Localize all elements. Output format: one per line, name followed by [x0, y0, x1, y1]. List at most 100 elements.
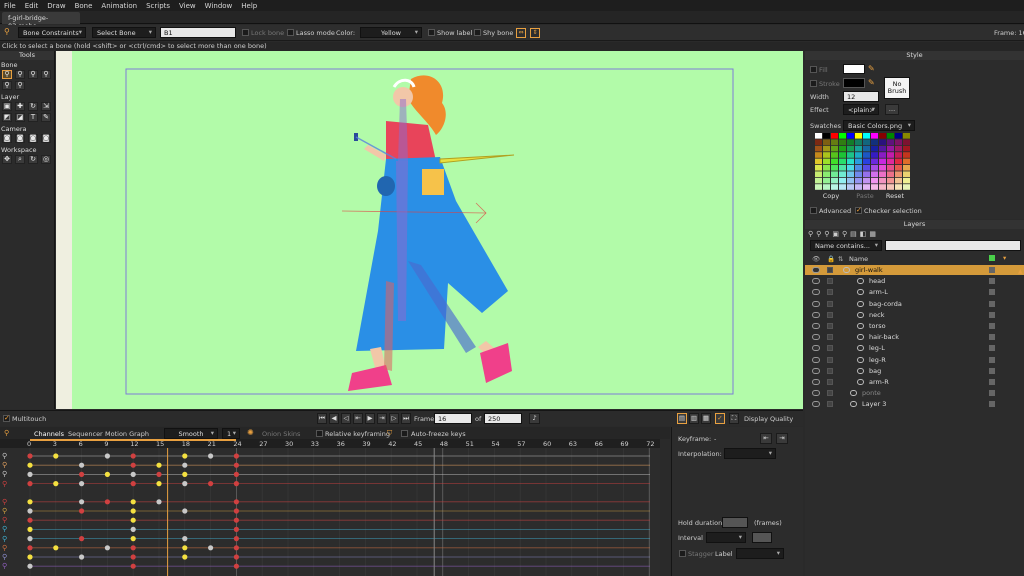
orbit-workspace-icon[interactable]: ◎: [41, 155, 51, 164]
layer-row[interactable]: arm-R: [805, 377, 1024, 387]
menu-animation[interactable]: Animation: [101, 2, 137, 10]
interpolation-dropdown[interactable]: Smooth: [164, 428, 218, 439]
view-mode-icon[interactable]: ▤: [677, 413, 687, 424]
lock-toggle-icon[interactable]: [827, 323, 833, 329]
lasso-mode-checkbox[interactable]: [287, 29, 294, 36]
lock-toggle-icon[interactable]: [827, 401, 833, 408]
paste-button[interactable]: Paste: [853, 192, 877, 203]
shy-bone-checkbox[interactable]: [474, 29, 481, 36]
translate-layer-tool-icon[interactable]: ✚: [15, 102, 25, 111]
lock-toggle-icon[interactable]: [827, 356, 833, 363]
lock-toggle-icon[interactable]: [827, 379, 833, 385]
menu-draw[interactable]: Draw: [47, 2, 65, 10]
effect-edit-button[interactable]: …: [885, 104, 899, 115]
text-tool-icon[interactable]: T: [28, 113, 38, 122]
lock-toggle-icon[interactable]: [827, 345, 833, 352]
fill-eyedropper-icon[interactable]: ✎: [868, 64, 875, 73]
end-frame-input[interactable]: 250: [484, 413, 522, 424]
tab-sequencer[interactable]: Sequencer: [68, 430, 103, 438]
manipulate-bones-tool-icon[interactable]: ⚲: [15, 81, 25, 90]
track-camera-icon[interactable]: ◙: [2, 134, 12, 143]
reset-button[interactable]: Reset: [883, 192, 907, 203]
label-dropdown[interactable]: [736, 548, 784, 559]
visibility-eye-icon[interactable]: [812, 401, 820, 408]
lock-bone-checkbox[interactable]: [242, 29, 249, 36]
step-dropdown[interactable]: 1: [222, 428, 240, 439]
layer-row[interactable]: hair-back: [805, 332, 1024, 342]
audio-icon[interactable]: ♪: [529, 413, 540, 424]
roll-camera-icon[interactable]: ◙: [28, 134, 38, 143]
relative-keyframing-checkbox[interactable]: [316, 430, 323, 437]
reparent-bone-tool-icon[interactable]: ⚲: [41, 70, 51, 79]
interval-dropdown[interactable]: [706, 532, 746, 543]
layer-row[interactable]: arm-L: [805, 287, 1024, 297]
pan-workspace-icon[interactable]: ✥: [2, 155, 12, 164]
prev-key-button[interactable]: ⇤: [353, 413, 363, 424]
rewind-button[interactable]: ⏮: [317, 413, 327, 424]
prev-keyframe-icon[interactable]: ⇤: [760, 433, 772, 444]
lock-toggle-icon[interactable]: [827, 311, 833, 318]
lock-toggle-icon[interactable]: [827, 289, 833, 296]
layer-filter-dropdown[interactable]: Name contains...: [810, 240, 882, 251]
layer-row[interactable]: leg-L: [805, 343, 1024, 353]
play-back-button[interactable]: ◁: [341, 413, 351, 424]
effect-dropdown[interactable]: <plain>: [843, 104, 879, 115]
canvas-viewport[interactable]: [56, 51, 803, 409]
next-key-button[interactable]: ⇥: [377, 413, 387, 424]
fill-color-swatch[interactable]: [843, 64, 865, 74]
show-label-checkbox[interactable]: [428, 29, 435, 36]
scroll-up-icon[interactable]: ▲: [1018, 268, 1023, 276]
visibility-eye-icon[interactable]: [812, 345, 820, 352]
checker-selection-checkbox[interactable]: [855, 206, 862, 214]
layer-row[interactable]: bag-corda: [805, 299, 1024, 309]
rotate-workspace-icon[interactable]: ↻: [28, 155, 38, 164]
lock-toggle-icon[interactable]: [827, 367, 833, 374]
pan-tilt-camera-icon[interactable]: ◙: [41, 134, 51, 143]
grid-icon[interactable]: ▥: [689, 413, 699, 424]
tab-channels[interactable]: Channels: [34, 430, 64, 438]
layer-row[interactable]: Layer 3: [805, 399, 1024, 409]
menu-view[interactable]: View: [179, 2, 196, 10]
zoom-workspace-icon[interactable]: ⌕: [15, 155, 25, 164]
visibility-eye-icon[interactable]: [812, 367, 820, 374]
width-input[interactable]: 12: [843, 91, 879, 102]
menu-help[interactable]: Help: [241, 2, 257, 10]
add-bone-tool-icon[interactable]: ⚲: [28, 70, 38, 79]
display-quality-label[interactable]: Display Quality: [744, 415, 793, 423]
layer-row[interactable]: bag: [805, 366, 1024, 376]
hold-duration-input[interactable]: [722, 517, 748, 528]
auto-freeze-checkbox[interactable]: [401, 430, 408, 437]
bone-strength-tool-icon[interactable]: ⚲: [2, 81, 12, 90]
swatches-dropdown[interactable]: Basic Colors.png: [843, 120, 915, 131]
advanced-checkbox[interactable]: [810, 207, 817, 214]
set-origin-tool-icon[interactable]: ▣: [2, 102, 12, 111]
rotate-layer-tool-icon[interactable]: ↻: [28, 102, 38, 111]
visibility-eye-icon[interactable]: [812, 323, 820, 329]
visibility-eye-icon[interactable]: [812, 300, 820, 307]
bone-constraints-dropdown[interactable]: Bone Constraints: [18, 27, 86, 38]
character-artwork[interactable]: [56, 51, 803, 409]
swatch-palette[interactable]: [815, 133, 911, 191]
shear-layer-tool-icon[interactable]: ◪: [15, 113, 25, 122]
stroke-checkbox[interactable]: [810, 80, 817, 87]
layer-row[interactable]: head: [805, 276, 1024, 286]
layer-row[interactable]: ponte: [805, 388, 1024, 398]
menu-edit[interactable]: Edit: [25, 2, 39, 10]
no-brush-button[interactable]: No Brush: [884, 77, 910, 99]
layer-row[interactable]: neck: [805, 310, 1024, 320]
keyframe-interpolation-dropdown[interactable]: [724, 448, 776, 459]
visibility-eye-icon[interactable]: [812, 289, 820, 296]
multitouch-checkbox[interactable]: [3, 414, 10, 422]
step-forward-button[interactable]: ▷: [389, 413, 399, 424]
visibility-eye-icon[interactable]: [812, 267, 820, 273]
step-back-button[interactable]: ◀: [329, 413, 339, 424]
lock-toggle-icon[interactable]: [827, 278, 833, 285]
play-button[interactable]: ▶: [365, 413, 375, 424]
copy-button[interactable]: Copy: [819, 192, 843, 203]
visibility-eye-icon[interactable]: [812, 379, 820, 385]
lock-toggle-icon[interactable]: [827, 390, 833, 397]
bone-flip-v-icon[interactable]: ⇕: [530, 28, 540, 38]
stroke-color-swatch[interactable]: [843, 78, 865, 88]
timeline-tracks[interactable]: ⚲ ⚲ ⚲ ⚲ ⚲ ⚲ ⚲ ⚲ ⚲ ⚲ ⚲ ⚲: [0, 448, 660, 576]
layer-row[interactable]: torso: [805, 321, 1024, 331]
